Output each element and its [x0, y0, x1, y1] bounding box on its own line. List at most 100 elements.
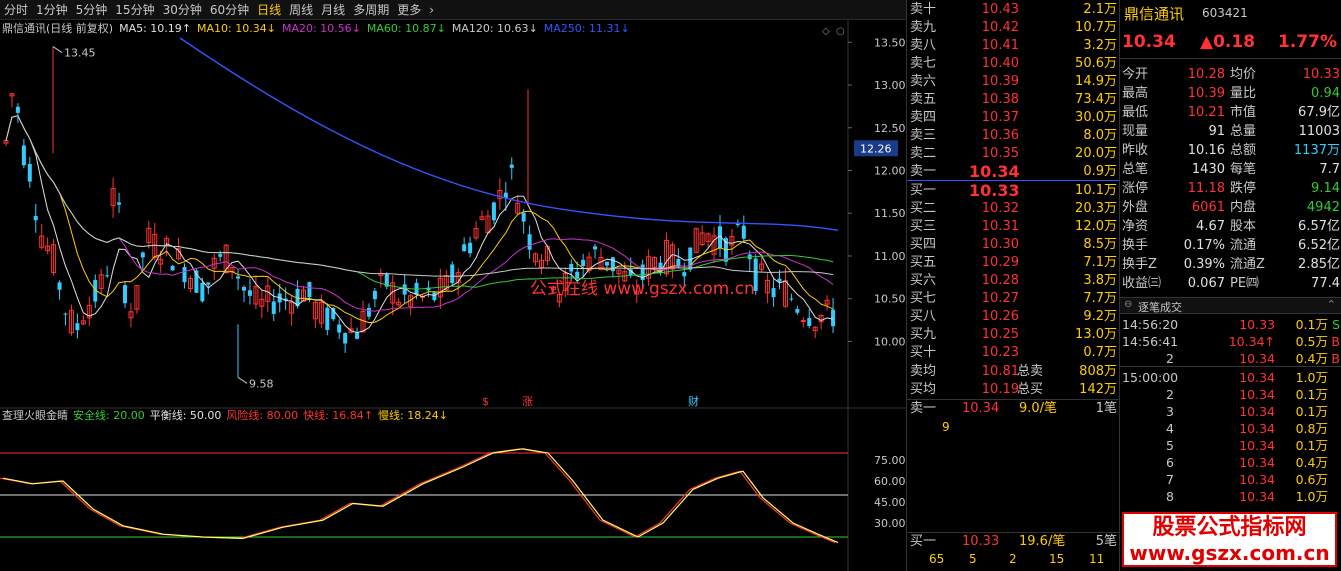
candle-body [242, 286, 246, 291]
stat-value: 10.16 [1187, 143, 1225, 158]
order-book-row[interactable]: 卖十 10.43 2.1万 [907, 1, 1120, 19]
ad-banner[interactable]: 股票公式指标网 www.gszx.com.cn [1122, 512, 1337, 567]
tick-row: 2 10.34 0.4万 B [1120, 350, 1341, 367]
order-book-row[interactable]: 买八 10.26 9.2万 [907, 308, 1120, 326]
stat-value: 0.067 [1187, 276, 1225, 291]
candle-body [15, 106, 20, 113]
tick-price: 10.34 [1239, 404, 1275, 419]
price-axis-label: 10.00 [874, 335, 906, 348]
stats-row: 换手 0.17% 流通 6.52亿 [1120, 236, 1341, 255]
order-volume: 3.2万 [1083, 38, 1117, 53]
order-level-label: 卖六 [910, 74, 937, 89]
order-book-row[interactable]: 卖七 10.40 50.6万 [907, 55, 1120, 73]
period-tab[interactable]: 5分钟 [72, 0, 112, 20]
order-book-row[interactable]: 买九 10.25 13.0万 [907, 326, 1120, 344]
period-tab[interactable]: 日线 [253, 0, 285, 20]
candle-body [182, 267, 187, 283]
period-tab[interactable]: 多周期 [349, 0, 393, 20]
candle-body [581, 259, 586, 267]
order-book-row[interactable]: 卖一 10.34 0.9万 [907, 163, 1120, 181]
order-book-row[interactable]: 卖八 10.41 3.2万 [907, 37, 1120, 55]
avg-row: 买均 10.19 总买 142万 [907, 381, 1120, 399]
tick-side: S [1332, 317, 1340, 332]
stat-label: 昨收 [1122, 143, 1149, 158]
kline-chart-area[interactable]: 13.50 13.00 12.50 12.00 11.50 11.00 10.50 10.00… [0, 20, 906, 571]
period-tab[interactable]: 60分钟 [206, 0, 253, 20]
order-book-row[interactable]: 卖六 10.39 14.9万 [907, 73, 1120, 91]
stat-value: 9.14 [1311, 181, 1340, 196]
stat-label: 总笔 [1122, 162, 1149, 177]
stock-change-pct: 1.77% [1278, 32, 1337, 52]
period-tab[interactable]: 30分钟 [159, 0, 206, 20]
order-price: 10.43 [981, 2, 1019, 17]
order-volume: 20.0万 [1075, 146, 1117, 161]
avg-row: 卖均 10.81 总卖 808万 [907, 363, 1120, 381]
order-book-row[interactable]: 买五 10.29 7.1万 [907, 254, 1120, 272]
order-book-row[interactable]: 卖五 10.38 73.4万 [907, 91, 1120, 109]
avg-label: 买均 [910, 382, 937, 397]
order-book-row[interactable]: 买一 10.33 10.1万 [907, 182, 1120, 200]
total-label: 总卖 [1017, 364, 1044, 379]
tick-time: 8 [1166, 489, 1174, 504]
order-book-row[interactable]: 卖四 10.37 30.0万 [907, 109, 1120, 127]
stat-label: 每笔 [1230, 162, 1257, 177]
queue-row[interactable]: 卖一 10.34 9.0/笔 1笔 [907, 400, 1120, 418]
order-book-row[interactable]: 卖二 10.35 20.0万 [907, 145, 1120, 163]
order-volume: 73.4万 [1075, 92, 1117, 107]
queue-buy-item: 15 [1049, 552, 1065, 566]
period-tab[interactable]: 1分钟 [32, 0, 72, 20]
period-tab[interactable]: 15分钟 [111, 0, 158, 20]
ma-legend-item: MA10: 10.34 [197, 22, 267, 35]
period-tab[interactable]: 更多 [393, 0, 425, 20]
tick-time: 7 [1166, 472, 1174, 487]
order-level-label: 买十 [910, 345, 937, 360]
chevron-up-icon[interactable]: ⌃ [1327, 298, 1336, 311]
candle-body [831, 309, 836, 327]
queue-row[interactable]: 买一 10.33 19.6/笔 5笔 [907, 533, 1120, 551]
candle-body [521, 212, 526, 222]
candle-body [682, 272, 687, 277]
stat-label: 最高 [1122, 86, 1149, 101]
tick-time: 6 [1166, 455, 1174, 470]
period-tab[interactable]: 月线 [317, 0, 349, 20]
chevron-right-icon[interactable]: › [425, 0, 438, 20]
order-volume: 7.7万 [1083, 291, 1117, 306]
stat-value: 1430 [1191, 162, 1225, 177]
order-book-row[interactable]: 买七 10.27 7.7万 [907, 290, 1120, 308]
tick-row: 14:56:41 10.34↑ 0.5万 B [1120, 333, 1341, 350]
order-level-label: 卖一 [910, 164, 937, 179]
order-book-row[interactable]: 卖九 10.42 10.7万 [907, 19, 1120, 37]
order-book-row[interactable]: 买十 10.23 0.7万 [907, 344, 1120, 362]
order-price: 10.23 [981, 345, 1019, 360]
stat-value: 67.9亿 [1298, 105, 1340, 120]
order-book-row[interactable]: 买四 10.30 8.5万 [907, 236, 1120, 254]
tick-time: 4 [1166, 421, 1174, 436]
queue-count: 1笔 [1095, 401, 1117, 416]
diamond-icon: ◇ [822, 26, 830, 37]
queue-sell-item: 9 [942, 420, 950, 434]
stat-value: 10.28 [1187, 67, 1225, 82]
stat-value: 0.17% [1183, 238, 1225, 253]
order-book-row[interactable]: 买六 10.28 3.8万 [907, 272, 1120, 290]
tick-price: 10.34 [1239, 472, 1275, 487]
stat-label: 现量 [1122, 124, 1149, 139]
collapse-icon[interactable]: ⊖ [1124, 299, 1132, 310]
order-level-label: 卖二 [910, 146, 937, 161]
tick-volume: 1.0万 [1295, 370, 1328, 385]
order-book-row[interactable]: 买二 10.32 20.3万 [907, 200, 1120, 218]
price-axis-label: 11.50 [874, 207, 906, 220]
kline-chart-svg[interactable]: 13.50 13.00 12.50 12.00 11.50 11.00 10.50 10.00… [0, 20, 906, 571]
order-book-row[interactable]: 买三 10.31 12.0万 [907, 218, 1120, 236]
order-level-label: 买三 [910, 219, 937, 234]
order-level-label: 买八 [910, 309, 937, 324]
order-book-row[interactable]: 卖三 10.36 8.0万 [907, 127, 1120, 145]
ma-arrow: ↓ [436, 22, 446, 35]
period-tab[interactable]: 分时 [0, 0, 32, 20]
queue-price: 10.34 [962, 401, 1000, 416]
tick-row: 14:56:20 10.33 0.1万 S [1120, 316, 1341, 333]
queue-per-order: 9.0/笔 [1019, 401, 1058, 416]
candle-body [206, 282, 211, 285]
ticks-header[interactable]: ⊖ 逐笔成交 ⌃ [1120, 297, 1341, 314]
order-volume: 20.3万 [1075, 201, 1117, 216]
period-tab[interactable]: 周线 [285, 0, 317, 20]
